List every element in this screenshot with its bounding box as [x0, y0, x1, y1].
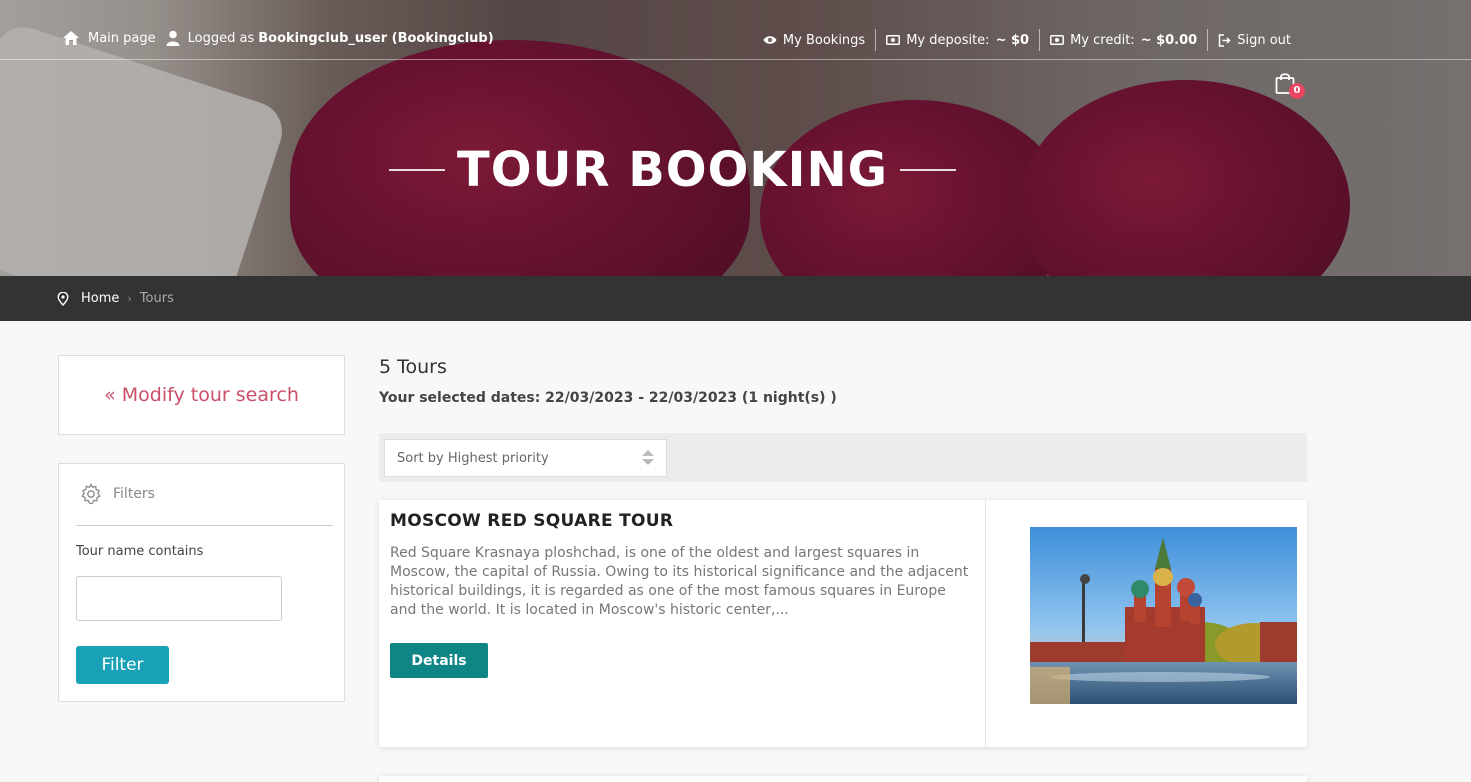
- breadcrumb-current: Tours: [139, 291, 174, 306]
- filters-title: Filters: [113, 486, 155, 502]
- location-pin-icon: [57, 291, 69, 306]
- tour-card: MOSCOW RED SQUARE TOUR Red Square Krasna…: [379, 500, 1307, 747]
- filters-panel: Filters Tour name contains Filter: [58, 463, 345, 702]
- tour-photo[interactable]: [1030, 527, 1297, 704]
- select-arrows-icon: [642, 450, 654, 465]
- breadcrumb-bar: Home › Tours: [0, 276, 1471, 321]
- my-bookings-label: My Bookings: [782, 32, 866, 48]
- breadcrumb: Home › Tours: [57, 291, 174, 306]
- hero-title-block: TOUR BOOKING: [389, 142, 957, 198]
- user-icon: [166, 30, 180, 46]
- cart-count-badge: 0: [1289, 83, 1305, 99]
- modify-tour-search-link[interactable]: « Modify tour search: [104, 384, 299, 406]
- sort-select-value: Sort by Highest priority: [397, 450, 549, 466]
- top-bar-right: My Bookings My deposite: ~ $0 My credit:…: [753, 29, 1301, 51]
- my-deposite-link[interactable]: My deposite: ~ $0: [875, 29, 1039, 51]
- top-bar-left: Main page Logged as Bookingclub_user (Bo…: [62, 30, 494, 46]
- sign-out-icon: [1218, 33, 1231, 47]
- eye-icon: [763, 36, 777, 44]
- filters-header: Filters: [79, 482, 155, 506]
- sign-out-label: Sign out: [1237, 32, 1291, 48]
- breadcrumb-home-link[interactable]: Home: [81, 291, 119, 306]
- sort-select[interactable]: Sort by Highest priority: [384, 439, 667, 477]
- sign-out-link[interactable]: Sign out: [1207, 29, 1301, 51]
- selected-dates: Your selected dates: 22/03/2023 - 22/03/…: [379, 390, 837, 406]
- my-deposite-value: ~ $0: [995, 32, 1030, 48]
- title-divider: [900, 169, 957, 171]
- card-divider: [985, 500, 986, 747]
- breadcrumb-separator: ›: [127, 292, 132, 305]
- moscow-cathedral-image: [1030, 527, 1297, 704]
- hero-banner: Main page Logged as Bookingclub_user (Bo…: [0, 0, 1471, 276]
- tour-count: 5 Tours: [379, 356, 447, 378]
- filter-button[interactable]: Filter: [76, 646, 169, 684]
- tour-name-input[interactable]: [76, 576, 282, 621]
- my-credit-link[interactable]: My credit: ~ $0.00: [1039, 29, 1207, 51]
- home-icon: [63, 31, 79, 45]
- my-deposite-label: My deposite:: [906, 32, 990, 48]
- title-divider: [389, 169, 445, 171]
- tour-name-label: Tour name contains: [76, 544, 204, 559]
- filters-divider: [76, 525, 333, 526]
- money-icon: [1050, 35, 1065, 45]
- logged-user: Logged as Bookingclub_user (Bookingclub): [166, 30, 494, 46]
- page-title: TOUR BOOKING: [457, 142, 889, 198]
- top-bar: Main page Logged as Bookingclub_user (Bo…: [0, 0, 1471, 60]
- money-icon: [886, 35, 901, 45]
- main-page-label: Main page: [88, 30, 156, 46]
- sort-bar: Sort by Highest priority: [379, 433, 1307, 482]
- gear-icon: [81, 483, 101, 505]
- tour-title[interactable]: MOSCOW RED SQUARE TOUR: [390, 511, 673, 531]
- details-button[interactable]: Details: [390, 643, 488, 678]
- main-page-link[interactable]: Main page: [62, 30, 156, 46]
- my-bookings-link[interactable]: My Bookings: [753, 29, 875, 51]
- my-credit-value: ~ $0.00: [1140, 32, 1198, 48]
- modify-search-box: « Modify tour search: [58, 355, 345, 435]
- logged-user-name: Bookingclub_user (Bookingclub): [258, 30, 494, 46]
- cart-button[interactable]: 0: [1275, 72, 1305, 102]
- my-credit-label: My credit:: [1070, 32, 1135, 48]
- tour-card: [379, 776, 1307, 782]
- logged-as-label: Logged as: [187, 30, 255, 46]
- tour-description: Red Square Krasnaya ploshchad, is one of…: [390, 545, 969, 618]
